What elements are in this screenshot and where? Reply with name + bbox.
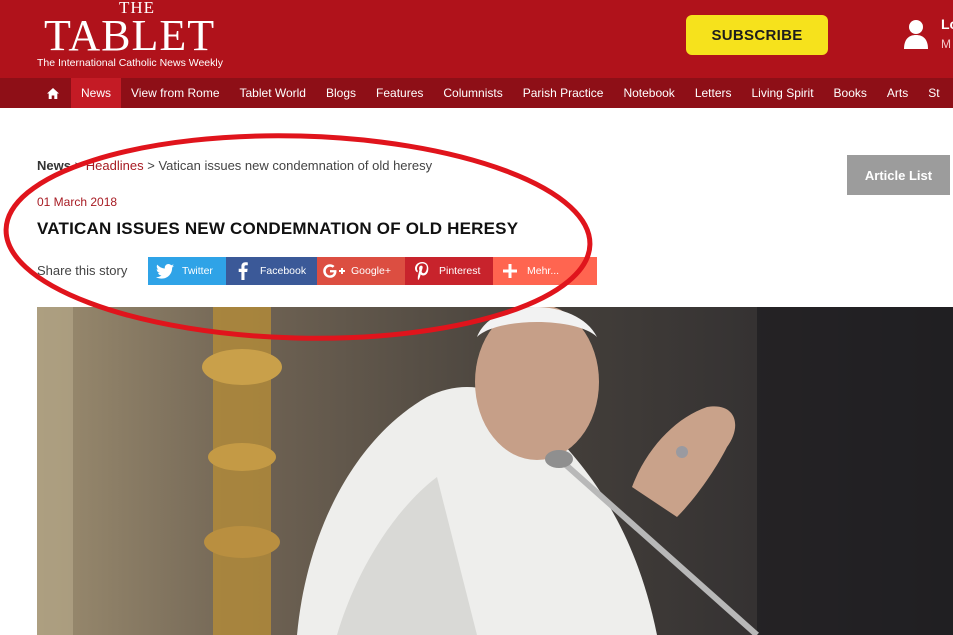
- pinterest-share-button[interactable]: Pinterest: [405, 257, 493, 285]
- logo-tagline: The International Catholic News Weekly: [37, 57, 223, 69]
- breadcrumb-news[interactable]: News: [37, 158, 71, 173]
- breadcrumb-current: Vatican issues new condemnation of old h…: [158, 158, 433, 173]
- article-date: 01 March 2018: [37, 195, 118, 209]
- pinterest-label: Pinterest: [439, 265, 481, 277]
- article-photo-illustration: [37, 307, 953, 635]
- site-header: THE TABLET The International Catholic Ne…: [0, 0, 953, 78]
- breadcrumb: News > Headlines > Vatican issues new co…: [37, 158, 432, 173]
- nav-item-tablet-world[interactable]: Tablet World: [230, 78, 316, 108]
- twitter-icon: [152, 257, 178, 285]
- nav-item-features[interactable]: Features: [366, 78, 433, 108]
- nav-item-arts[interactable]: Arts: [877, 78, 918, 108]
- facebook-share-button[interactable]: Facebook: [226, 257, 317, 285]
- facebook-label: Facebook: [260, 265, 307, 277]
- user-icon[interactable]: [903, 19, 929, 49]
- share-buttons: Twitter Facebook Google+ Pinterest Mehr.…: [148, 257, 597, 285]
- nav-item-living-spirit[interactable]: Living Spirit: [742, 78, 824, 108]
- plus-icon: [497, 257, 523, 285]
- nav-item-st[interactable]: St: [918, 78, 949, 108]
- google-plus-share-button[interactable]: Google+: [317, 257, 405, 285]
- nav-item-blogs[interactable]: Blogs: [316, 78, 366, 108]
- login-subtext[interactable]: M: [941, 37, 951, 51]
- more-label: Mehr...: [527, 265, 560, 277]
- breadcrumb-separator: >: [143, 158, 159, 173]
- subscribe-button[interactable]: SUBSCRIBE: [686, 15, 828, 55]
- facebook-icon: [230, 257, 256, 285]
- nav-item-notebook[interactable]: Notebook: [613, 78, 684, 108]
- breadcrumb-separator: >: [70, 158, 86, 173]
- twitter-label: Twitter: [182, 265, 213, 277]
- nav-item-books[interactable]: Books: [824, 78, 877, 108]
- pinterest-icon: [409, 257, 435, 285]
- login-link[interactable]: Lo: [941, 16, 953, 32]
- share-label: Share this story: [37, 263, 128, 278]
- article-photo: [37, 307, 953, 635]
- google-plus-icon: [321, 257, 347, 285]
- home-icon[interactable]: [35, 78, 71, 108]
- nav-item-letters[interactable]: Letters: [685, 78, 742, 108]
- more-share-button[interactable]: Mehr...: [493, 257, 597, 285]
- site-logo[interactable]: THE TABLET The International Catholic Ne…: [37, 0, 247, 78]
- article-title: VATICAN ISSUES NEW CONDEMNATION OF OLD H…: [37, 219, 519, 238]
- main-nav: News View from Rome Tablet World Blogs F…: [0, 78, 953, 108]
- google-plus-label: Google+: [351, 265, 391, 277]
- breadcrumb-headlines[interactable]: Headlines: [86, 158, 144, 173]
- article-list-button[interactable]: Article List: [847, 155, 950, 195]
- nav-item-parish-practice[interactable]: Parish Practice: [513, 78, 614, 108]
- nav-item-news[interactable]: News: [71, 78, 122, 108]
- nav-item-view-from-rome[interactable]: View from Rome: [121, 78, 229, 108]
- nav-item-columnists[interactable]: Columnists: [433, 78, 512, 108]
- logo-wordmark: TABLET: [44, 11, 216, 60]
- twitter-share-button[interactable]: Twitter: [148, 257, 226, 285]
